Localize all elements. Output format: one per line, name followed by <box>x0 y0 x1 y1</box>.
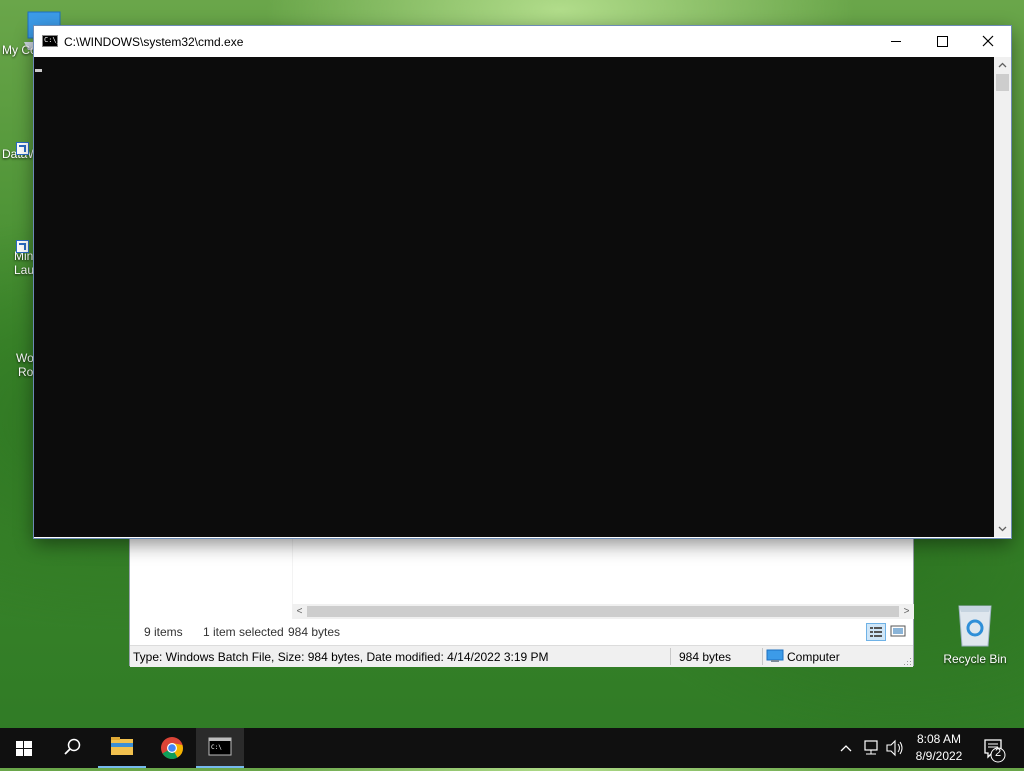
horizontal-scrollbar[interactable]: < > <box>292 604 914 619</box>
large-icons-view-button[interactable] <box>889 623 909 641</box>
volume-icon[interactable] <box>884 728 906 768</box>
location-text: Computer <box>787 650 840 664</box>
shortcut-arrow-icon <box>16 142 29 155</box>
details-view-button[interactable] <box>866 623 886 641</box>
scroll-right-arrow-icon[interactable]: > <box>899 604 914 619</box>
scroll-down-arrow-icon[interactable] <box>994 520 1011 537</box>
system-tray <box>836 728 906 768</box>
search-icon <box>64 738 81 755</box>
command-prompt-icon: C:\ <box>208 737 232 756</box>
chrome-icon <box>161 737 183 759</box>
details-view-icon <box>870 627 882 637</box>
window-title: C:\WINDOWS\system32\cmd.exe <box>64 35 244 49</box>
details-separator <box>762 648 763 665</box>
folder-icon <box>111 737 133 755</box>
windows-logo-icon <box>16 741 32 756</box>
desktop-icon-recycle-bin[interactable]: Recycle Bin <box>938 602 1012 666</box>
file-explorer-window[interactable]: < > 9 items 1 item selected 984 bytes Ty… <box>129 536 914 667</box>
close-button[interactable] <box>965 26 1011 57</box>
details-bar: Type: Windows Batch File, Size: 984 byte… <box>130 645 913 667</box>
maximize-button[interactable] <box>919 26 965 57</box>
minimize-icon <box>891 41 901 42</box>
item-count: 9 items <box>144 625 183 639</box>
close-icon <box>982 35 994 47</box>
shortcut-arrow-icon <box>16 240 29 253</box>
text-cursor <box>35 69 42 72</box>
clock-date: 8/9/2022 <box>915 749 963 763</box>
taskbar-command-prompt[interactable]: C:\ <box>196 728 244 768</box>
clock-time: 8:08 AM <box>916 732 962 746</box>
scroll-up-arrow-icon[interactable] <box>994 57 1011 74</box>
network-icon[interactable] <box>860 728 882 768</box>
notification-count-badge: 2 <box>994 747 1002 759</box>
details-separator <box>670 648 671 665</box>
svg-text:C:\: C:\ <box>211 744 222 751</box>
taskbar-chrome[interactable] <box>148 728 196 768</box>
selection-count: 1 item selected <box>203 625 284 639</box>
scrollbar-thumb[interactable] <box>996 74 1009 91</box>
file-details-text: Type: Windows Batch File, Size: 984 byte… <box>133 650 549 664</box>
computer-icon <box>766 649 784 662</box>
command-prompt-window[interactable]: C:\_ C:\WINDOWS\system32\cmd.exe <box>34 26 1011 538</box>
action-center-button[interactable]: 2 <box>976 728 1024 768</box>
console-area[interactable] <box>34 57 994 537</box>
minimize-button[interactable] <box>873 26 919 57</box>
search-button[interactable] <box>48 728 96 768</box>
resize-grip-icon[interactable] <box>902 656 912 666</box>
scroll-left-arrow-icon[interactable]: < <box>292 604 307 619</box>
taskbar-file-explorer[interactable] <box>98 728 146 768</box>
status-bar: 9 items 1 item selected 984 bytes <box>130 621 913 643</box>
start-button[interactable] <box>0 728 48 768</box>
large-icons-view-icon <box>890 625 906 637</box>
scrollbar-thumb[interactable] <box>307 606 899 617</box>
pane-divider <box>292 537 293 604</box>
desktop-icon-label: Recycle Bin <box>943 652 1007 666</box>
clock[interactable]: 8:08 AM 8/9/2022 <box>904 731 974 765</box>
maximize-icon <box>937 36 948 47</box>
taskbar: C:\ 8:08 AM 8/9/2022 2 <box>0 728 1024 768</box>
vertical-scrollbar[interactable] <box>994 57 1011 537</box>
chevron-up-icon[interactable] <box>836 728 856 768</box>
selection-size: 984 bytes <box>288 625 341 639</box>
title-bar[interactable]: C:\_ C:\WINDOWS\system32\cmd.exe <box>34 26 1011 57</box>
file-size-text: 984 bytes <box>679 650 732 664</box>
recycle-bin-icon <box>958 605 992 647</box>
cmd-icon: C:\_ <box>42 35 61 47</box>
